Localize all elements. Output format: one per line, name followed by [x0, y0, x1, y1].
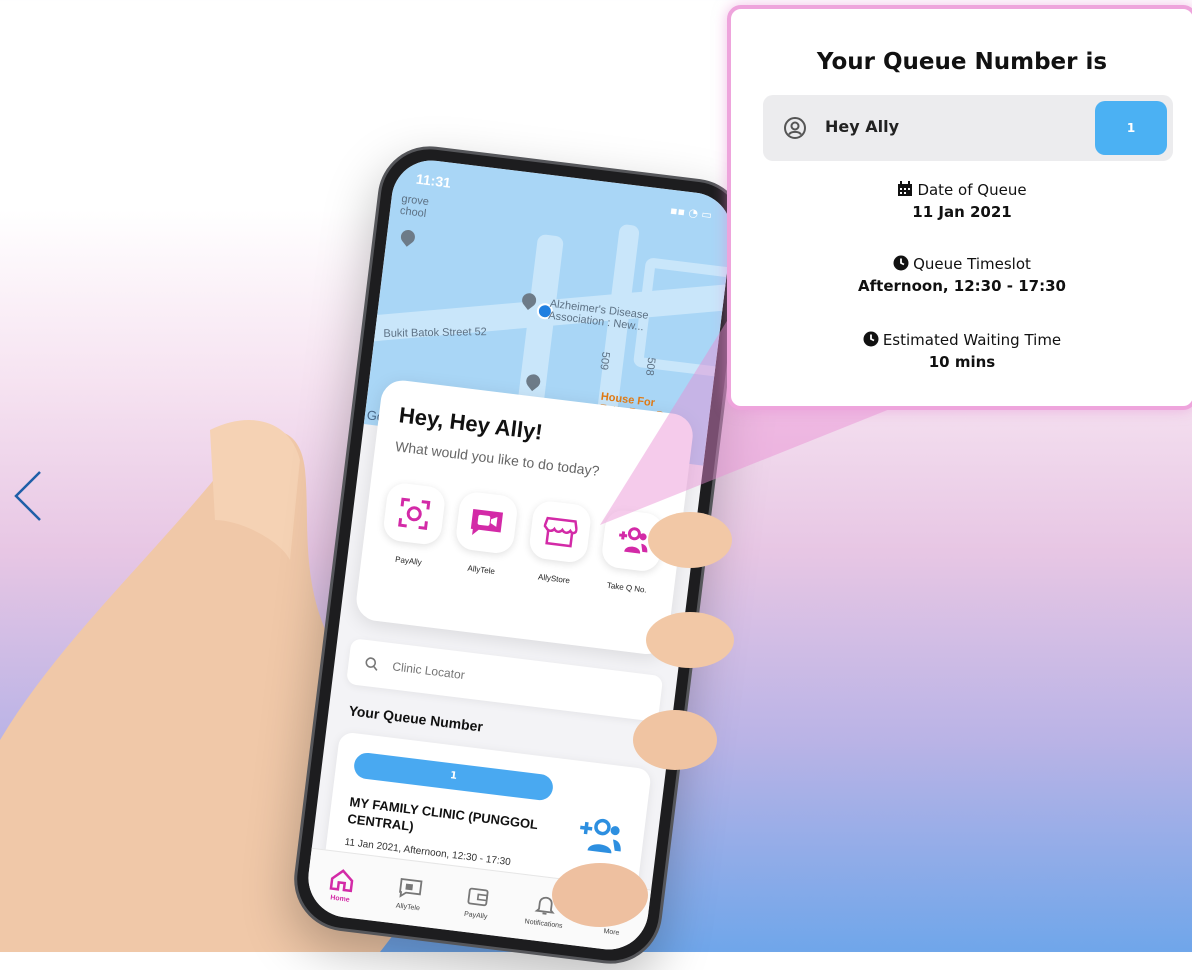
timeslot-label: Queue Timeslot	[913, 255, 1031, 273]
queue-detail-callout: Your Queue Number is Hey Ally 1 Date of …	[727, 5, 1192, 410]
calendar-icon	[898, 181, 913, 196]
store-icon	[527, 499, 593, 564]
tab-home[interactable]: Home	[310, 864, 374, 906]
action-label: AllyTele	[466, 563, 496, 577]
status-icons: ▪▪ ◔ ▭	[669, 203, 713, 222]
map-label-road-509: 509	[597, 351, 612, 371]
map-label-street: Bukit Batok Street 52	[383, 326, 487, 340]
map-label-school: grove chool	[399, 192, 430, 220]
action-label: PayAlly	[394, 554, 423, 568]
map-label-road-508: 508	[643, 356, 658, 377]
callout-title: Your Queue Number is	[816, 49, 1108, 75]
tab-label: AllyTele	[395, 902, 421, 912]
school-pin-icon[interactable]	[398, 227, 418, 247]
bell-icon	[534, 896, 556, 915]
add-group-icon[interactable]	[575, 813, 626, 858]
video-chat-icon	[454, 490, 520, 556]
queue-timeslot: Queue Timeslot Afternoon, 12:30 - 17:30	[731, 255, 1192, 295]
date-of-queue: Date of Queue 11 Jan 2021	[731, 181, 1192, 221]
date-value: 11 Jan 2021	[912, 203, 1012, 221]
tab-payally[interactable]: PayAlly	[446, 880, 510, 922]
action-take-queue-button[interactable]: Take Q No.	[590, 508, 669, 625]
search-icon	[365, 657, 378, 671]
video-chat-icon	[398, 877, 423, 898]
add-group-icon	[600, 508, 665, 573]
status-time: 11:31	[415, 170, 452, 191]
phone-device: 11:31 ▪▪ ◔ ▭ grove chool Bukit Batok Str…	[288, 140, 752, 970]
clock-icon	[863, 331, 879, 347]
wait-label: Estimated Waiting Time	[882, 331, 1062, 349]
tab-notifications[interactable]: Notifications	[513, 889, 577, 931]
queue-holder-name: Hey Ally	[825, 117, 900, 136]
queue-number-pill: 1	[352, 751, 555, 802]
clinic-search-input[interactable]	[389, 658, 594, 699]
user-circle-icon	[784, 117, 806, 139]
action-label: AllyStore	[537, 572, 571, 586]
queue-section-heading: Your Queue Number	[347, 702, 484, 735]
tab-more[interactable]: More	[581, 897, 645, 939]
clock-icon	[893, 255, 909, 271]
greeting-card: Hey, Hey Ally! What would you like to do…	[354, 378, 696, 657]
timeslot-value: Afternoon, 12:30 - 17:30	[858, 277, 1066, 295]
quick-actions: PayAlly AllyTele AllyStore Take Q No.	[372, 481, 669, 625]
queue-number-badge: 1	[1095, 101, 1167, 155]
action-label: Take Q No.	[606, 580, 648, 595]
tab-label: More	[603, 927, 620, 937]
wait-value: 10 mins	[928, 353, 996, 371]
greeting-subtitle: What would you like to do today?	[394, 438, 601, 479]
date-label: Date of Queue	[917, 181, 1027, 199]
tab-label: PayAlly	[463, 910, 488, 921]
estimated-waiting-time: Estimated Waiting Time 10 mins	[731, 331, 1192, 371]
action-payally-button[interactable]: PayAlly	[372, 481, 451, 598]
queue-holder-row: Hey Ally 1	[763, 95, 1173, 161]
action-allytele-button[interactable]: AllyTele	[444, 490, 523, 607]
tab-allytele[interactable]: AllyTele	[378, 872, 442, 914]
previous-arrow-icon[interactable]	[10, 466, 50, 526]
action-allystore-button[interactable]: AllyStore	[517, 499, 596, 616]
greeting-title: Hey, Hey Ally!	[397, 402, 544, 445]
more-icon	[605, 909, 623, 916]
tab-label: Notifications	[524, 917, 563, 930]
home-icon	[329, 868, 354, 892]
wallet-icon	[467, 887, 489, 906]
tab-label: Home	[329, 893, 351, 904]
scan-icon	[381, 481, 447, 547]
